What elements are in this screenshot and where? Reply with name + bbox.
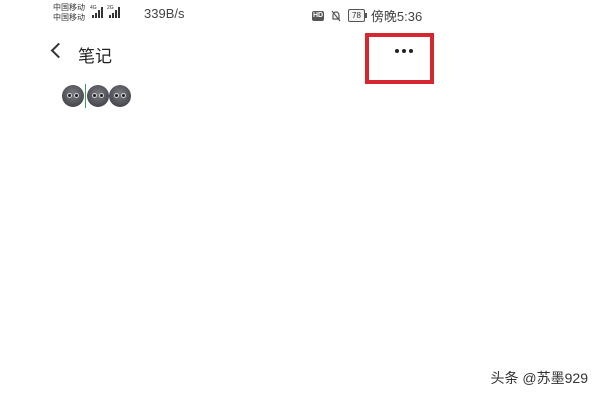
- signal-icon: 2G: [107, 5, 120, 18]
- text-cursor: [85, 84, 86, 108]
- signal-indicators: 4G 2G: [90, 5, 120, 18]
- carrier-label: 中国移动: [53, 3, 85, 12]
- network-speed: 339B/s: [144, 6, 185, 21]
- app-header: 笔记: [0, 30, 600, 84]
- chevron-left-icon[interactable]: [47, 40, 69, 64]
- mute-icon: [331, 10, 341, 21]
- battery-icon: 78: [348, 9, 367, 22]
- grimacing-face-emoji: [62, 85, 84, 107]
- grimacing-face-emoji: [87, 85, 109, 107]
- page-title: 笔记: [78, 47, 112, 66]
- signal-icon: 4G: [90, 5, 103, 18]
- network-type: 4G: [90, 5, 97, 11]
- more-horizontal-icon[interactable]: [395, 45, 425, 57]
- carrier-label: 中国移动: [53, 13, 85, 22]
- hd-icon: HD: [312, 10, 324, 21]
- network-type: 2G: [107, 5, 114, 11]
- status-bar: 中国移动 中国移动 4G 2G 339B/s HD 78 傍晚5:36: [0, 0, 600, 30]
- status-icons: HD 78 傍晚5:36: [312, 6, 422, 25]
- watermark: 头条 @苏墨929: [490, 370, 588, 386]
- carrier-labels: 中国移动 中国移动: [53, 3, 85, 23]
- highlight-box: [365, 33, 434, 84]
- grimacing-face-emoji: [109, 85, 131, 107]
- clock: 傍晚5:36: [370, 9, 423, 24]
- note-content[interactable]: [62, 84, 131, 108]
